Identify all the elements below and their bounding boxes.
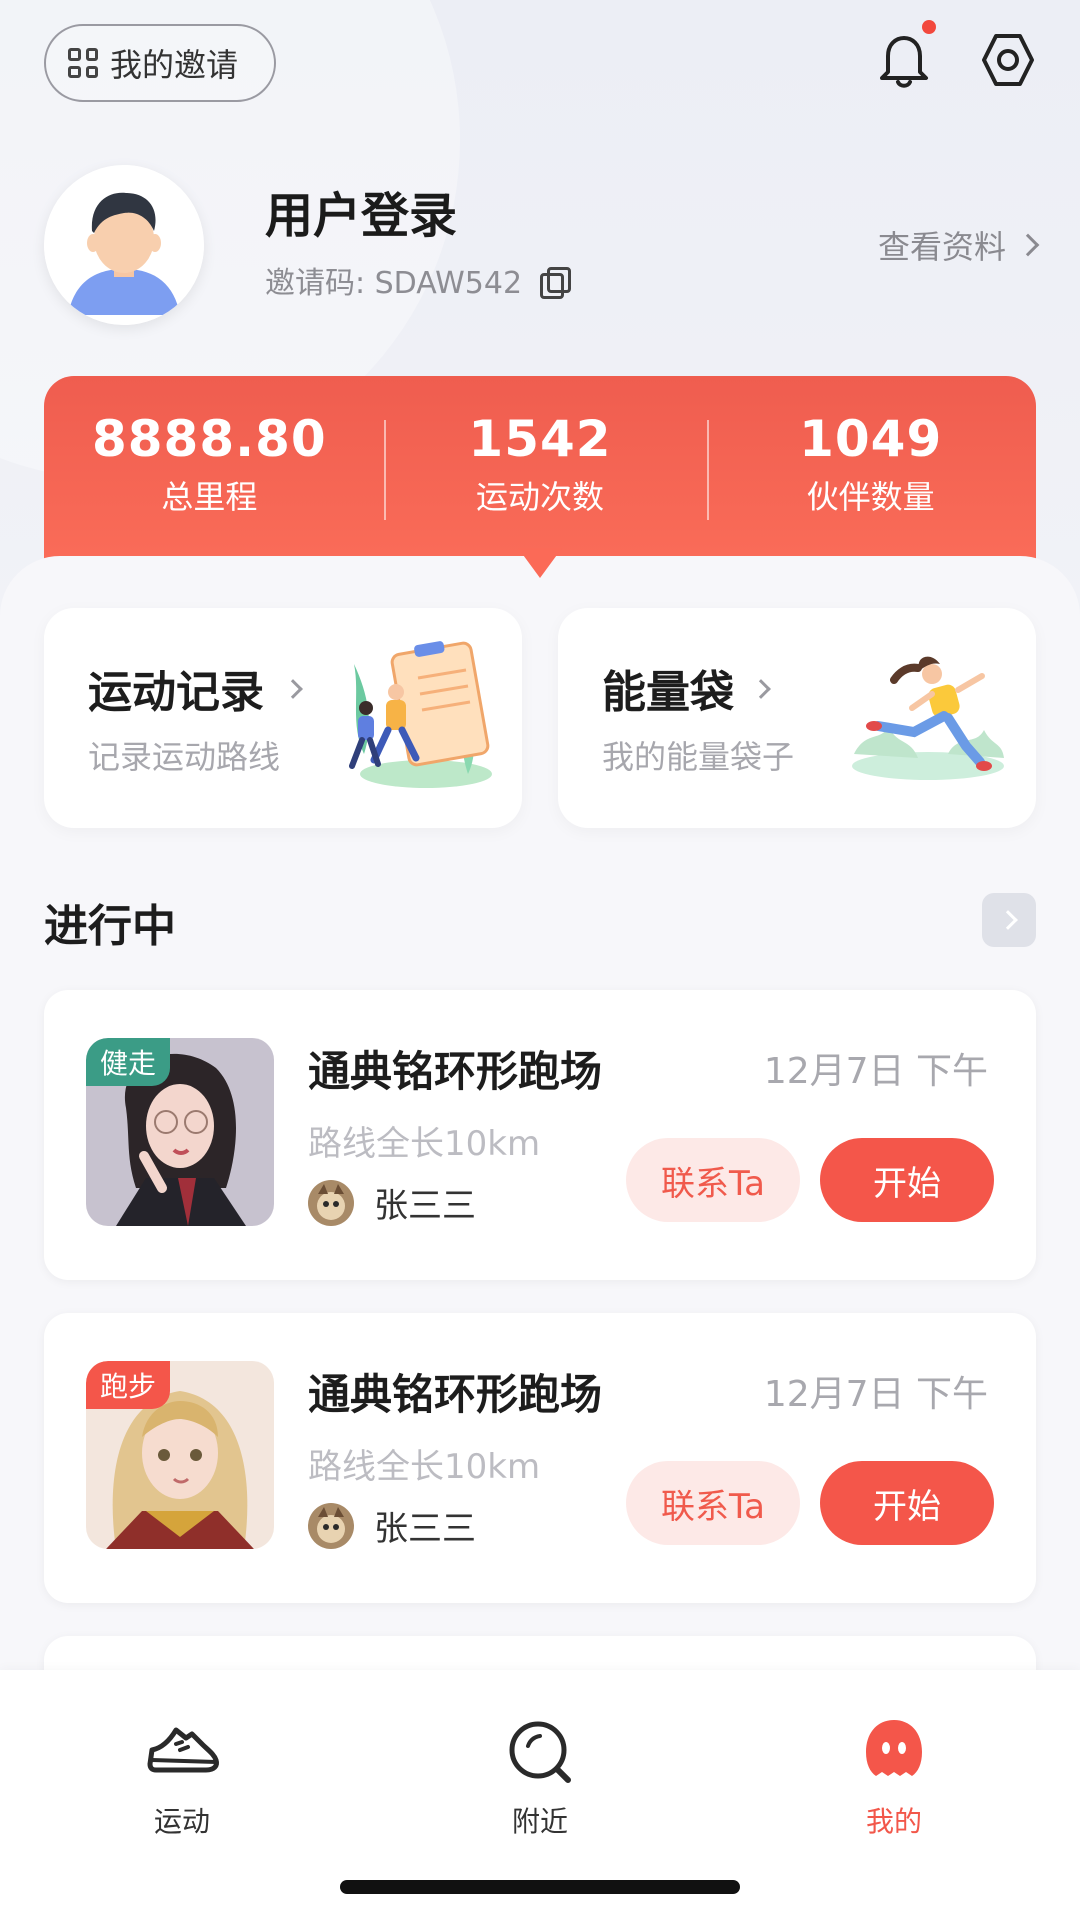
- route-card[interactable]: 健走 通典铭环形跑场 12月7日 下午 路线全长10km 张三三 联系Ta 开始: [44, 990, 1036, 1280]
- route-thumbnail: 跑步: [86, 1361, 274, 1549]
- route-tag: 健走: [86, 1038, 171, 1086]
- feature-title: 能量袋: [602, 667, 734, 718]
- route-user[interactable]: 张三三: [308, 1501, 476, 1550]
- start-button[interactable]: 开始: [820, 1138, 994, 1222]
- route-length: 路线全长10km: [308, 1124, 541, 1164]
- user-avatar-icon: [44, 165, 204, 325]
- page: 我的邀请 用户登录 邀请码: SDAW542 查看资料 8888.80 总里程 …: [0, 0, 1080, 1920]
- clipboard-runners-illustration: [349, 641, 492, 788]
- settings-icon[interactable]: [980, 30, 1036, 90]
- contact-button[interactable]: 联系Ta: [626, 1138, 800, 1222]
- user-name: 张三三: [374, 1186, 476, 1226]
- ghost-icon: [866, 1720, 922, 1776]
- route-user[interactable]: 张三三: [308, 1178, 476, 1227]
- route-length: 路线全长10km: [308, 1447, 541, 1487]
- route-thumbnail: 健走: [86, 1038, 274, 1226]
- contact-button[interactable]: 联系Ta: [626, 1461, 800, 1545]
- nav-item-sport[interactable]: 运动: [112, 1710, 252, 1840]
- username[interactable]: 用户登录: [265, 176, 457, 246]
- view-profile-label: 查看资料: [877, 228, 1006, 266]
- nav-label: 附近: [511, 1805, 568, 1838]
- nav-label: 运动: [153, 1805, 210, 1838]
- stat-total-distance[interactable]: 8888.80 总里程: [44, 410, 375, 576]
- qr-grid-icon: [68, 48, 98, 78]
- bell-icon[interactable]: [876, 30, 932, 90]
- route-name: 通典铭环形跑场: [308, 1370, 603, 1419]
- chevron-right-icon: [751, 679, 771, 699]
- avatar[interactable]: [44, 165, 204, 325]
- stat-value: 8888.80: [91, 410, 327, 468]
- nav-label: 我的: [865, 1805, 922, 1838]
- user-name: 张三三: [374, 1509, 476, 1549]
- route-time: 12月7日 下午: [763, 1374, 988, 1415]
- cat-avatar-icon: [308, 1179, 354, 1226]
- route-time: 12月7日 下午: [763, 1051, 988, 1092]
- feature-title: 运动记录: [88, 667, 264, 718]
- section-title-in-progress: 进行中: [44, 901, 176, 952]
- feature-subtitle: 我的能量袋子: [602, 738, 795, 776]
- feature-subtitle: 记录运动路线: [88, 738, 281, 776]
- feature-card-energy-bag[interactable]: 能量袋 我的能量袋子: [558, 608, 1036, 828]
- view-profile-link[interactable]: 查看资料: [877, 222, 1040, 268]
- cat-avatar-icon: [308, 1502, 354, 1549]
- nav-item-nearby[interactable]: 附近: [470, 1710, 610, 1840]
- stat-divider: [707, 420, 709, 520]
- my-invite-label: 我的邀请: [110, 46, 239, 84]
- stat-label: 伙伴数量: [806, 478, 935, 516]
- home-indicator: [340, 1880, 740, 1894]
- route-name: 通典铭环形跑场: [308, 1047, 603, 1096]
- user-mini-avatar: [308, 1179, 354, 1226]
- stat-value: 1542: [468, 410, 612, 468]
- stat-partner-count[interactable]: 1049 伙伴数量: [705, 410, 1036, 576]
- route-card[interactable]: 跑步 通典铭环形跑场 12月7日 下午 路线全长10km 张三三 联系Ta 开始: [44, 1313, 1036, 1603]
- stats-card: 8888.80 总里程 1542 运动次数 1049 伙伴数量: [44, 376, 1036, 576]
- chevron-right-icon: [283, 679, 303, 699]
- notification-dot: [922, 20, 936, 34]
- invite-code-row: 邀请码: SDAW542: [265, 258, 572, 302]
- search-icon: [509, 1721, 571, 1783]
- shoe-icon: [147, 1727, 219, 1773]
- section-more-button[interactable]: [982, 893, 1036, 947]
- stat-divider: [384, 420, 386, 520]
- my-invite-button[interactable]: 我的邀请: [44, 24, 276, 102]
- stat-value: 1049: [799, 410, 943, 468]
- route-tag: 跑步: [86, 1361, 171, 1409]
- feature-card-exercise-record[interactable]: 运动记录 记录运动路线: [44, 608, 522, 828]
- stat-label: 总里程: [161, 478, 258, 516]
- user-mini-avatar: [308, 1502, 354, 1549]
- running-woman-illustration: [852, 656, 1004, 780]
- copy-icon[interactable]: [540, 267, 572, 299]
- stat-label: 运动次数: [476, 478, 605, 516]
- invite-code-text: 邀请码: SDAW542: [265, 266, 523, 301]
- chevron-right-icon: [1016, 233, 1040, 257]
- start-button[interactable]: 开始: [820, 1461, 994, 1545]
- nav-item-mine[interactable]: 我的: [824, 1710, 964, 1840]
